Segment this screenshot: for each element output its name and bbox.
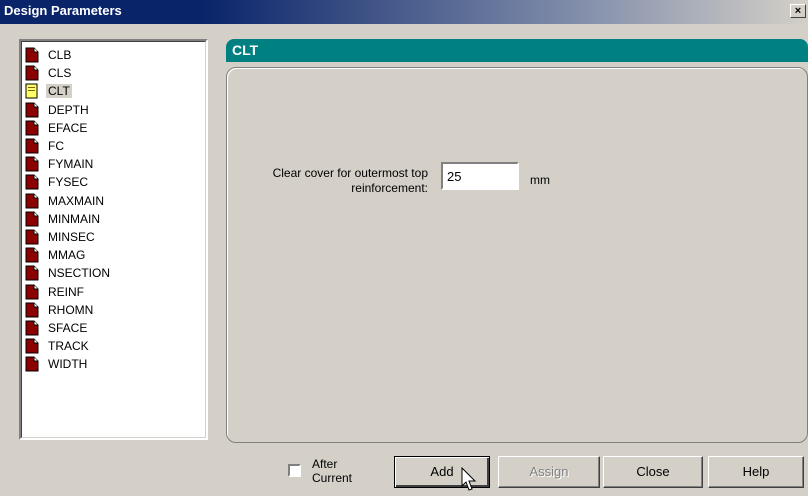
list-item-label: FC bbox=[48, 139, 64, 153]
yellow-document-icon bbox=[25, 83, 38, 99]
list-item-minsec[interactable]: MINSEC bbox=[25, 228, 97, 246]
list-item-label: MAXMAIN bbox=[48, 193, 105, 208]
list-item-clt[interactable]: CLT bbox=[25, 82, 72, 100]
list-item-clb[interactable]: CLB bbox=[25, 46, 73, 64]
list-item-label: CLT bbox=[46, 84, 72, 99]
panel-header-title: CLT bbox=[232, 42, 259, 58]
list-item-label: CLS bbox=[48, 66, 72, 81]
list-item-label: MINMAIN bbox=[48, 211, 100, 226]
parameter-list[interactable]: CLB CLS CLT DEPTH EFACE FC FYMAIN FYSEC MAXMAIN M… bbox=[19, 39, 208, 440]
red-document-icon bbox=[25, 265, 39, 281]
list-item-label: EFACE bbox=[48, 120, 88, 135]
parameter-panel bbox=[226, 67, 808, 443]
list-item-minmain[interactable]: MINMAIN bbox=[25, 210, 102, 228]
after-current-checkbox[interactable] bbox=[288, 464, 301, 477]
list-item-track[interactable]: TRACK bbox=[25, 337, 91, 355]
red-document-icon bbox=[25, 356, 39, 372]
assign-button[interactable]: Assign bbox=[498, 456, 600, 488]
list-item-label: REINF bbox=[48, 284, 84, 299]
red-document-icon bbox=[25, 229, 39, 245]
list-item-label: RHOMN bbox=[48, 302, 94, 317]
list-item-sface[interactable]: SFACE bbox=[25, 319, 89, 337]
panel-header: CLT bbox=[226, 39, 808, 62]
red-document-icon bbox=[25, 65, 39, 81]
red-document-icon bbox=[25, 284, 39, 300]
close-button[interactable]: Close bbox=[603, 456, 703, 488]
red-document-icon bbox=[25, 247, 39, 263]
list-item-eface[interactable]: EFACE bbox=[25, 119, 89, 137]
clear-cover-input[interactable] bbox=[441, 162, 519, 190]
title-bar: Design Parameters × bbox=[0, 0, 808, 24]
red-document-icon bbox=[25, 120, 39, 136]
mouse-cursor-icon bbox=[461, 467, 477, 491]
list-item-label: NSECTION bbox=[48, 266, 111, 281]
red-document-icon bbox=[25, 211, 39, 227]
list-item-fc[interactable]: FC bbox=[25, 137, 66, 155]
list-item-nsection[interactable]: NSECTION bbox=[25, 264, 112, 282]
red-document-icon bbox=[25, 47, 39, 63]
list-item-label: WIDTH bbox=[48, 357, 88, 372]
red-document-icon bbox=[25, 193, 39, 209]
help-button[interactable]: Help bbox=[708, 456, 804, 488]
red-document-icon bbox=[25, 174, 39, 190]
list-item-maxmain[interactable]: MAXMAIN bbox=[25, 192, 106, 210]
red-document-icon bbox=[25, 156, 39, 172]
red-document-icon bbox=[25, 138, 39, 154]
list-item-fysec[interactable]: FYSEC bbox=[25, 173, 90, 191]
red-document-icon bbox=[25, 320, 39, 336]
list-item-fymain[interactable]: FYMAIN bbox=[25, 155, 95, 173]
param-label: Clear cover for outermost top reinforcem… bbox=[272, 166, 428, 195]
window-title: Design Parameters bbox=[4, 3, 122, 18]
list-item-rhomn[interactable]: RHOMN bbox=[25, 301, 95, 319]
after-current-label: After Current bbox=[312, 457, 353, 485]
unit-label: mm bbox=[530, 173, 550, 187]
list-item-label: SFACE bbox=[48, 321, 88, 335]
red-document-icon bbox=[25, 338, 39, 354]
list-item-cls[interactable]: CLS bbox=[25, 64, 73, 82]
red-document-icon bbox=[25, 302, 39, 318]
list-item-label: FYMAIN bbox=[48, 157, 94, 172]
list-item-label: MINSEC bbox=[48, 230, 95, 244]
list-item-depth[interactable]: DEPTH bbox=[25, 101, 91, 119]
red-document-icon bbox=[25, 102, 39, 118]
close-window-button[interactable]: × bbox=[790, 4, 806, 18]
list-item-label: CLB bbox=[48, 48, 72, 62]
list-item-label: MMAG bbox=[48, 248, 86, 263]
list-item-label: FYSEC bbox=[48, 175, 89, 190]
list-item-label: DEPTH bbox=[48, 102, 89, 117]
list-item-mmag[interactable]: MMAG bbox=[25, 246, 87, 264]
list-item-reinf[interactable]: REINF bbox=[25, 283, 86, 301]
list-item-width[interactable]: WIDTH bbox=[25, 355, 89, 373]
list-item-label: TRACK bbox=[48, 339, 89, 354]
